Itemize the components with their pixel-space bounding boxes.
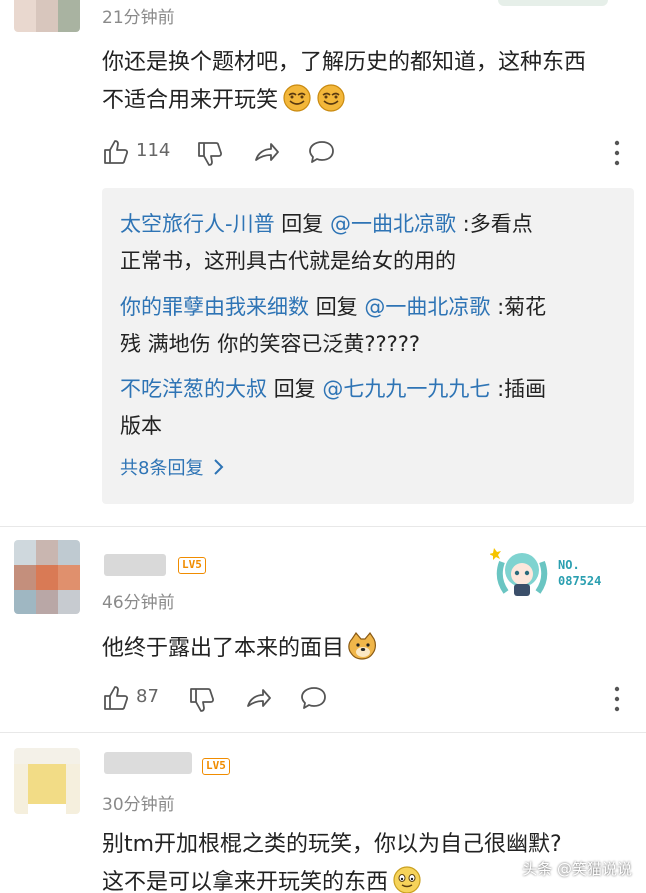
reply-bubble-icon[interactable] bbox=[308, 138, 336, 166]
reply-user[interactable]: 你的罪孽由我来细数 bbox=[120, 295, 309, 319]
reply-item[interactable]: 不吃洋葱的大叔 回复 @七九九一九九七 :插画 版本 bbox=[120, 371, 620, 445]
comment-actions: 114 bbox=[0, 136, 646, 170]
username-blurred[interactable] bbox=[104, 554, 166, 576]
top-user-medal bbox=[498, 0, 608, 6]
view-all-replies-button[interactable]: 共8条回复 bbox=[120, 454, 225, 480]
reply-target[interactable]: @七九九一九九七 bbox=[322, 377, 490, 401]
chevron-right-icon bbox=[214, 459, 224, 475]
replies-panel: 太空旅行人-川普 回复 @一曲北凉歌 :多看点 正常书，这刑具古代就是给女的用的… bbox=[102, 188, 634, 504]
username-blurred[interactable] bbox=[104, 752, 192, 774]
divider bbox=[0, 732, 646, 733]
thumbs-up-icon[interactable] bbox=[102, 138, 130, 166]
level-badge: LV5 bbox=[178, 557, 206, 574]
share-icon[interactable] bbox=[252, 138, 280, 166]
smile-emoji-icon bbox=[393, 866, 421, 893]
like-count: 114 bbox=[136, 140, 171, 161]
comment-avatar[interactable] bbox=[14, 0, 80, 32]
medal-number-label: NO. bbox=[558, 558, 580, 572]
comment-avatar[interactable] bbox=[14, 748, 80, 814]
comment-time: 21分钟前 bbox=[102, 8, 175, 28]
watermark: 头条 @笑猫说说 bbox=[522, 860, 632, 878]
reply-item[interactable]: 太空旅行人-川普 回复 @一曲北凉歌 :多看点 正常书，这刑具古代就是给女的用的 bbox=[120, 206, 620, 280]
comment-text: 他终于露出了本来的面目 bbox=[102, 630, 378, 668]
grin-emoji-icon bbox=[283, 84, 311, 112]
thumbs-down-icon[interactable] bbox=[196, 140, 224, 168]
level-badge: LV5 bbox=[202, 758, 230, 775]
comment-text: 你还是换个题材吧，了解历史的都知道，这种东西 不适合用来开玩笑 bbox=[102, 50, 587, 113]
like-count: 87 bbox=[136, 686, 159, 707]
more-options-icon[interactable] bbox=[613, 140, 621, 166]
more-options-icon[interactable] bbox=[613, 686, 621, 712]
reply-user[interactable]: 太空旅行人-川普 bbox=[120, 212, 275, 236]
comment-time: 46分钟前 bbox=[102, 593, 175, 613]
grin-emoji-icon bbox=[317, 84, 345, 112]
anime-character-icon bbox=[489, 548, 548, 596]
fan-medal: NO. 087524 bbox=[489, 542, 618, 598]
thumbs-up-icon[interactable] bbox=[102, 684, 130, 712]
share-icon[interactable] bbox=[244, 684, 272, 712]
reply-user[interactable]: 不吃洋葱的大叔 bbox=[120, 377, 267, 401]
reply-item[interactable]: 你的罪孽由我来细数 回复 @一曲北凉歌 :菊花 残 满地伤 你的笑容已泛黄???… bbox=[120, 289, 620, 363]
medal-number: 087524 bbox=[558, 574, 602, 588]
reply-target[interactable]: @一曲北凉歌 bbox=[330, 212, 456, 236]
reply-bubble-icon[interactable] bbox=[300, 684, 328, 712]
thumbs-down-icon[interactable] bbox=[188, 686, 216, 714]
comment-text: 别tm开加根棍之类的玩笑，你以为自己很幽默? 这不是可以拿来开玩笑的东西 bbox=[102, 832, 562, 893]
doge-emoji-icon bbox=[348, 631, 376, 660]
comment-actions: 87 bbox=[0, 682, 646, 716]
divider bbox=[0, 526, 646, 527]
comment-time: 30分钟前 bbox=[102, 795, 175, 815]
comment-avatar[interactable] bbox=[14, 540, 80, 614]
reply-target[interactable]: @一曲北凉歌 bbox=[364, 295, 490, 319]
